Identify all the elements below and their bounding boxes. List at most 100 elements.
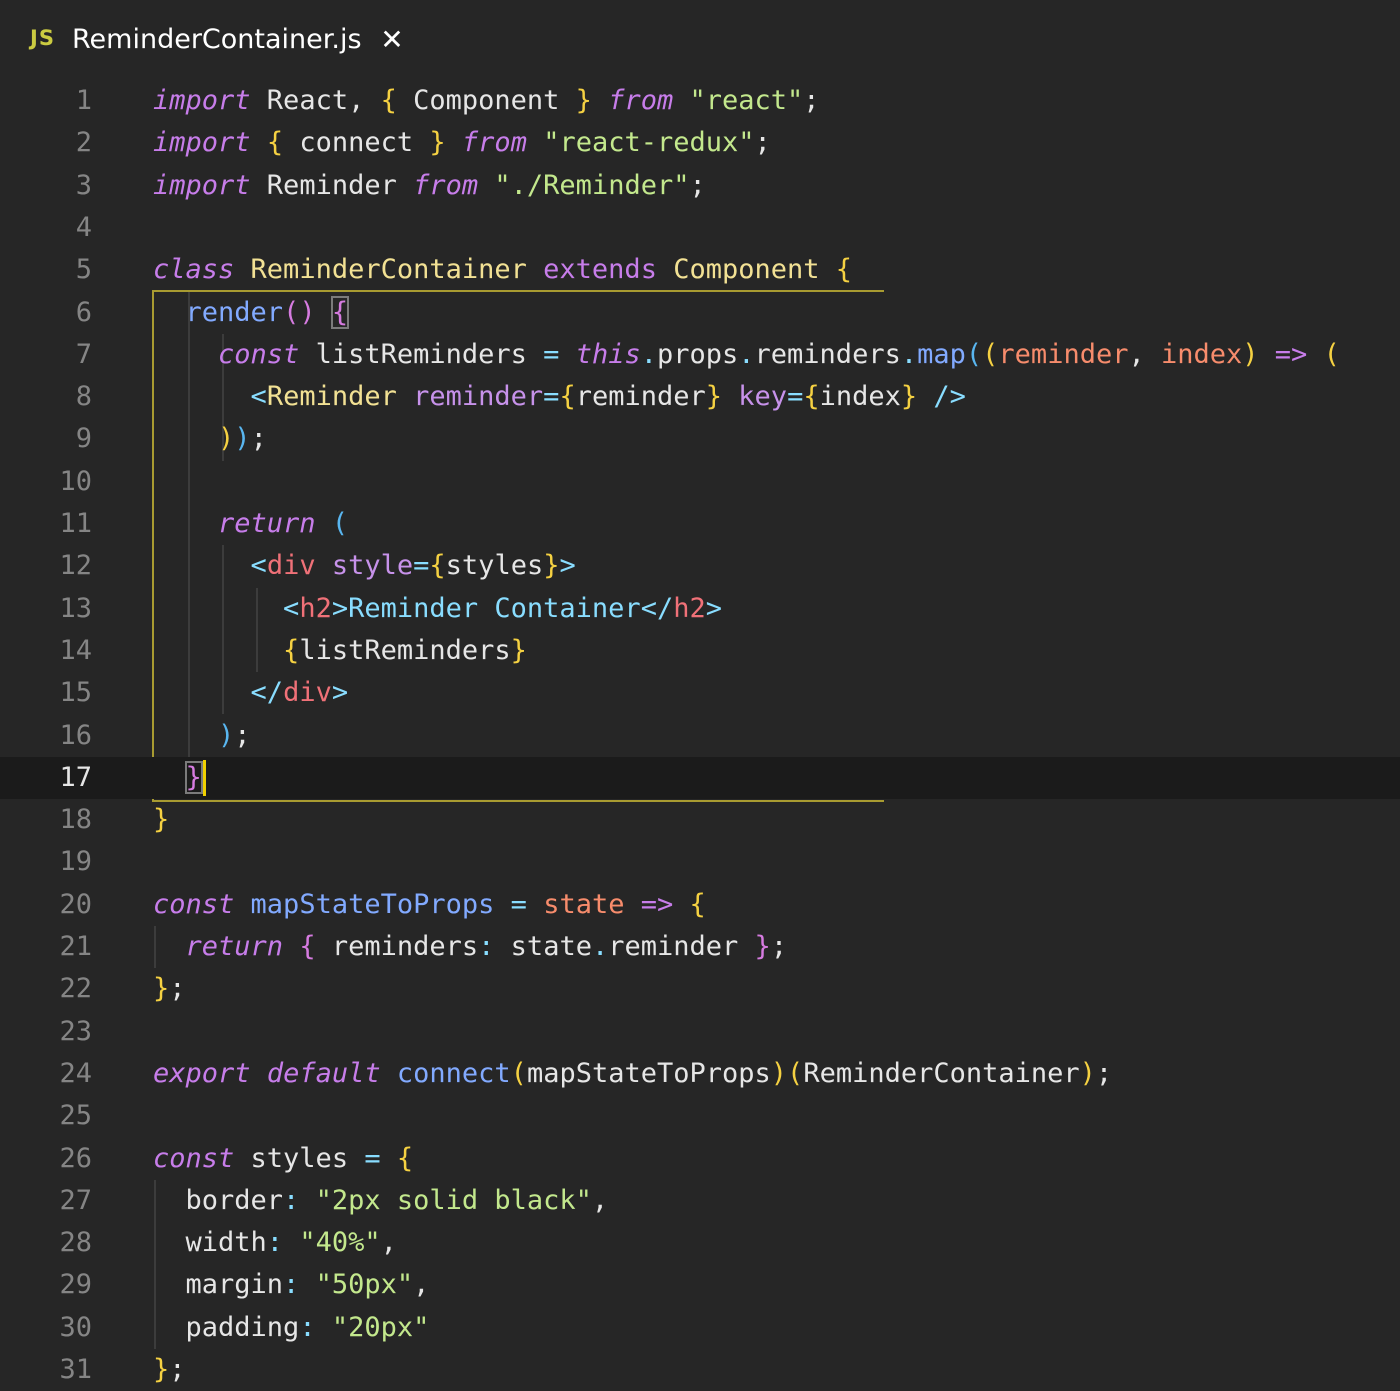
code-token: "./Reminder" bbox=[494, 169, 690, 201]
code-line[interactable]: 11 return ( bbox=[0, 503, 1400, 545]
code-token: Reminder Container bbox=[348, 592, 641, 624]
code-token: ReminderContainer bbox=[803, 1057, 1080, 1089]
code-line[interactable]: 19 bbox=[0, 841, 1400, 883]
code-line[interactable]: 14 {listReminders} bbox=[0, 630, 1400, 672]
code-token: </ bbox=[640, 592, 674, 624]
code-line[interactable]: 24 export default connect(mapStateToProps… bbox=[0, 1053, 1400, 1095]
code-token: = bbox=[413, 550, 430, 582]
code-token: : bbox=[283, 1184, 300, 1216]
matched-bracket: } bbox=[184, 760, 203, 794]
code-token: : bbox=[283, 1269, 300, 1301]
code-token: reminders bbox=[754, 338, 901, 370]
code-text: import Reminder from "./Reminder"; bbox=[153, 165, 706, 207]
code-token: } bbox=[705, 381, 723, 413]
code-line[interactable]: 29 margin: "50px", bbox=[0, 1264, 1400, 1306]
code-token: } bbox=[510, 634, 527, 666]
line-number: 23 bbox=[59, 1015, 92, 1047]
code-token: state bbox=[543, 888, 625, 920]
code-text: </div> bbox=[153, 672, 349, 714]
code-line[interactable]: 12 <div style={styles}> bbox=[0, 545, 1400, 587]
line-number: 4 bbox=[75, 211, 92, 243]
code-line[interactable]: 26 const styles = { bbox=[0, 1138, 1400, 1180]
code-line[interactable]: 23 bbox=[0, 1011, 1400, 1053]
code-token: props bbox=[656, 338, 739, 370]
code-token: "2px solid black" bbox=[315, 1184, 592, 1216]
code-token: key bbox=[738, 381, 788, 413]
code-line[interactable]: 18} bbox=[0, 799, 1400, 841]
code-text: border: "2px solid black", bbox=[153, 1180, 609, 1222]
code-text: <h2>Reminder Container</h2> bbox=[153, 588, 722, 630]
code-token: reminder bbox=[998, 338, 1129, 370]
code-token: : bbox=[299, 1311, 316, 1343]
code-token: { bbox=[396, 1142, 414, 1174]
line-number: 2 bbox=[75, 127, 92, 159]
line-number: 10 bbox=[59, 465, 92, 497]
code-token: extends bbox=[543, 254, 657, 286]
tab-title[interactable]: ReminderContainer.js bbox=[72, 24, 362, 55]
code-token: = bbox=[510, 888, 527, 920]
close-icon[interactable]: ✕ bbox=[378, 22, 406, 58]
code-line[interactable]: 25 bbox=[0, 1095, 1400, 1137]
code-editor[interactable]: 1 import React, { Component } from "react… bbox=[0, 80, 1400, 1385]
code-line[interactable]: 22}; bbox=[0, 968, 1400, 1010]
code-token: } bbox=[900, 381, 918, 413]
code-token: reminders bbox=[315, 931, 479, 962]
code-token: { bbox=[429, 550, 446, 582]
code-token: ) bbox=[1079, 1057, 1096, 1089]
code-line[interactable]: 6 render() { bbox=[0, 292, 1400, 334]
code-line[interactable]: 17 } bbox=[0, 756, 1400, 799]
code-token: state bbox=[494, 931, 592, 962]
code-line[interactable]: 3 import Reminder from "./Reminder"; bbox=[0, 165, 1400, 207]
code-line[interactable]: 20 const mapStateToProps = state => { bbox=[0, 884, 1400, 926]
matched-bracket: { bbox=[330, 295, 350, 329]
code-text: return { reminders: state.reminder }; bbox=[153, 926, 788, 968]
code-token: from bbox=[413, 169, 479, 201]
code-token: this bbox=[575, 338, 641, 370]
code-line[interactable]: 21 return { reminders: state.reminder }; bbox=[0, 926, 1400, 968]
code-line[interactable]: 27 border: "2px solid black", bbox=[0, 1180, 1400, 1222]
line-number: 11 bbox=[59, 508, 92, 539]
code-line[interactable]: 4 bbox=[0, 207, 1400, 249]
line-number: 6 bbox=[75, 296, 92, 328]
code-token: connect bbox=[283, 127, 430, 159]
line-number: 29 bbox=[59, 1269, 92, 1301]
code-token: { bbox=[689, 888, 706, 920]
code-line[interactable]: 16 ); bbox=[0, 715, 1400, 757]
code-line[interactable]: 28 width: "40%", bbox=[0, 1222, 1400, 1264]
code-line[interactable]: 30 padding: "20px" bbox=[0, 1307, 1400, 1349]
code-token: = bbox=[787, 381, 804, 413]
code-line[interactable]: 15 </div> bbox=[0, 672, 1400, 714]
code-token: div bbox=[266, 550, 316, 582]
code-token: const bbox=[153, 1142, 235, 1174]
code-line[interactable]: 5 class ReminderContainer extends Compone… bbox=[0, 249, 1400, 291]
code-token: from bbox=[461, 127, 527, 159]
code-token: { bbox=[803, 381, 820, 413]
line-number: 24 bbox=[59, 1057, 92, 1089]
code-token: default bbox=[266, 1057, 381, 1089]
code-line[interactable]: 7 const listReminders = this.props.remin… bbox=[0, 334, 1400, 376]
code-text: <div style={styles}> bbox=[153, 545, 576, 587]
code-line[interactable]: 2 import { connect } from "react-redux"; bbox=[0, 122, 1400, 164]
code-token: listReminders bbox=[299, 634, 511, 666]
code-line[interactable]: 1 import React, { Component } from "react… bbox=[0, 80, 1400, 122]
line-number: 19 bbox=[59, 846, 92, 878]
code-line[interactable]: 8 <Reminder reminder={reminder} key={ind… bbox=[0, 376, 1400, 418]
code-line[interactable]: 10 bbox=[0, 461, 1400, 503]
code-line[interactable]: 13 <h2>Reminder Container</h2> bbox=[0, 588, 1400, 630]
line-number: 22 bbox=[59, 973, 92, 1005]
code-token: : bbox=[266, 1227, 284, 1259]
code-token: style bbox=[331, 550, 414, 582]
code-line[interactable]: 9 )); bbox=[0, 418, 1400, 460]
code-line[interactable]: 31}; bbox=[0, 1349, 1400, 1391]
line-number: 20 bbox=[59, 888, 92, 920]
line-number: 30 bbox=[59, 1311, 92, 1343]
